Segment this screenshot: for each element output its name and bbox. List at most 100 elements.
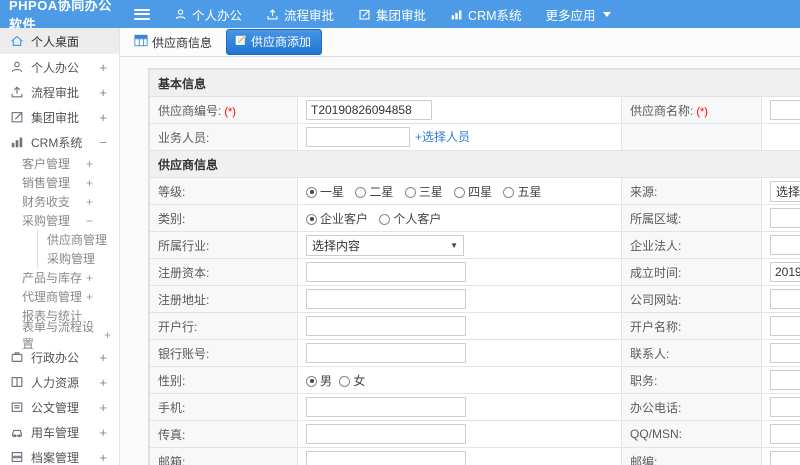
expand-icon[interactable]: + xyxy=(86,290,93,304)
sidebar-item-archive-mgmt[interactable]: 档案管理 + xyxy=(0,445,119,465)
expand-icon[interactable]: + xyxy=(99,400,107,415)
radio-category-individual[interactable] xyxy=(379,213,391,225)
email-label: 邮箱: xyxy=(149,447,298,465)
radio-gender-male[interactable] xyxy=(306,375,317,387)
expand-icon[interactable]: + xyxy=(99,60,107,75)
edit-icon xyxy=(358,8,371,21)
radio-level-3star[interactable] xyxy=(404,186,416,198)
nav-personal-office[interactable]: 个人办公 xyxy=(174,5,242,24)
office-phone-input[interactable] xyxy=(770,397,800,417)
bar-chart-icon xyxy=(450,8,463,21)
source-select[interactable]: 选择内容▼ xyxy=(770,180,800,202)
choose-staff-link[interactable]: +选择人员 xyxy=(415,130,470,144)
sidebar-item-admin-office[interactable]: 行政办公 + xyxy=(0,345,119,369)
sidebar-item-finance[interactable]: 财务收支 + xyxy=(0,192,119,211)
account-name-input[interactable] xyxy=(770,316,800,336)
sidebar-item-label: 供应商管理 xyxy=(47,233,108,247)
expand-icon[interactable]: + xyxy=(86,271,93,285)
row-capital-founddate: 注册资本: 成立时间: xyxy=(149,258,800,286)
sidebar-item-workflow-approval[interactable]: 流程审批 + xyxy=(0,80,119,104)
hamburger-menu-icon[interactable] xyxy=(134,8,150,20)
website-input[interactable] xyxy=(770,289,800,309)
nav-workflow-approval[interactable]: 流程审批 xyxy=(266,5,334,24)
mobile-input[interactable] xyxy=(306,397,466,417)
sidebar-item-customer-mgmt[interactable]: 客户管理 + xyxy=(0,154,119,173)
radio-gender-female[interactable] xyxy=(339,375,351,387)
row-mobile-officephone: 手机: 办公电话: xyxy=(149,393,800,421)
radio-level-1star[interactable] xyxy=(306,186,317,198)
industry-select[interactable]: 选择内容 ▼ xyxy=(306,234,464,256)
expand-icon[interactable]: + xyxy=(86,176,93,190)
qq-msn-input[interactable] xyxy=(770,424,800,444)
main-panel-area: 基本信息 供应商编号:(*) 供应商名称:(*) 业务人员: +选择人员 xyxy=(120,57,800,465)
sidebar-item-label: 财务收支 xyxy=(22,195,71,209)
radio-level-4star[interactable] xyxy=(454,186,466,198)
archive-icon xyxy=(10,450,24,464)
reg-capital-input[interactable] xyxy=(306,262,466,282)
expand-icon[interactable]: + xyxy=(99,450,107,465)
sidebar-item-label: 集团审批 xyxy=(31,110,80,125)
sidebar-item-label: 采购管理 xyxy=(22,214,71,228)
nav-crm-system[interactable]: CRM系统 xyxy=(450,5,522,24)
radio-option-label: 一星 xyxy=(320,184,345,199)
sidebar-item-agent-mgmt[interactable]: 代理商管理 + xyxy=(0,287,119,306)
supplier-form-table: 基本信息 供应商编号:(*) 供应商名称:(*) 业务人员: +选择人员 xyxy=(148,69,800,465)
fax-label: 传真: xyxy=(149,420,298,448)
collapse-icon[interactable]: − xyxy=(99,135,107,150)
business-staff-input[interactable] xyxy=(306,127,410,147)
bank-input[interactable] xyxy=(306,316,466,336)
nav-group-approval[interactable]: 集团审批 xyxy=(358,5,426,24)
upload-icon xyxy=(10,85,24,99)
sidebar-item-document-mgmt[interactable]: 公文管理 + xyxy=(0,395,119,419)
tab-label: 供应商添加 xyxy=(251,35,312,49)
row-bank-accountname: 开户行: 开户名称: xyxy=(149,312,800,340)
zip-input[interactable] xyxy=(770,451,800,465)
sidebar-item-vehicle-mgmt[interactable]: 用车管理 + xyxy=(0,420,119,444)
tab-supplier-add[interactable]: 供应商添加 xyxy=(226,29,323,55)
bank-account-input[interactable] xyxy=(306,343,466,363)
position-input[interactable] xyxy=(770,370,800,390)
expand-icon[interactable]: + xyxy=(104,328,111,342)
reg-address-input[interactable] xyxy=(306,289,466,309)
expand-icon[interactable]: + xyxy=(99,350,107,365)
tab-supplier-info[interactable]: 供应商信息 xyxy=(134,34,212,51)
source-label: 来源: xyxy=(621,177,762,205)
expand-icon[interactable]: + xyxy=(99,375,107,390)
fax-input[interactable] xyxy=(306,424,466,444)
supplier-name-input[interactable] xyxy=(770,100,800,120)
expand-icon[interactable]: + xyxy=(99,110,107,125)
nav-more-apps[interactable]: 更多应用 xyxy=(546,5,611,24)
sidebar-item-human-resources[interactable]: 人力资源 + xyxy=(0,370,119,394)
zip-label: 邮编: xyxy=(621,447,762,465)
sidebar-item-form-workflow-settings[interactable]: 表单与流程设置 + xyxy=(0,320,119,351)
sidebar-item-crm-system[interactable]: CRM系统 − xyxy=(0,130,119,154)
email-input[interactable] xyxy=(306,451,466,465)
sidebar-item-supplier-mgmt[interactable]: 供应商管理 xyxy=(38,230,119,249)
expand-icon[interactable]: + xyxy=(86,195,93,209)
radio-category-company[interactable] xyxy=(306,213,317,225)
position-label: 职务: xyxy=(621,366,762,394)
legal-person-input[interactable] xyxy=(770,235,800,255)
supplier-code-input[interactable] xyxy=(306,100,432,120)
sidebar-item-personal-office[interactable]: 个人办公 + xyxy=(0,55,119,79)
sidebar-item-product-inventory[interactable]: 产品与库存 + xyxy=(0,268,119,287)
sidebar-item-purchase-mgmt[interactable]: 采购管理 − xyxy=(0,211,119,230)
contact-input[interactable] xyxy=(770,343,800,363)
expand-icon[interactable]: + xyxy=(99,85,107,100)
region-input[interactable] xyxy=(770,208,800,228)
expand-icon[interactable]: + xyxy=(99,425,107,440)
sidebar-item-personal-desktop[interactable]: 个人桌面 xyxy=(0,28,119,54)
expand-icon[interactable]: + xyxy=(86,157,93,171)
content-area: 供应商信息 供应商添加 基本信息 供应商编号:(*) 供应商名称:( xyxy=(120,28,800,465)
radio-level-2star[interactable] xyxy=(355,186,367,198)
sidebar-item-purchasing[interactable]: 采购管理 xyxy=(38,249,119,268)
collapse-icon[interactable]: − xyxy=(86,214,93,228)
found-date-input[interactable] xyxy=(770,262,800,282)
nav-label: 流程审批 xyxy=(284,8,335,23)
document-icon xyxy=(10,400,24,414)
sidebar-item-label: 采购管理 xyxy=(47,252,96,266)
radio-level-5star[interactable] xyxy=(503,186,515,198)
sidebar-item-group-approval[interactable]: 集团审批 + xyxy=(0,105,119,129)
sidebar-item-sales-mgmt[interactable]: 销售管理 + xyxy=(0,173,119,192)
legal-person-label: 企业法人: xyxy=(621,231,762,259)
